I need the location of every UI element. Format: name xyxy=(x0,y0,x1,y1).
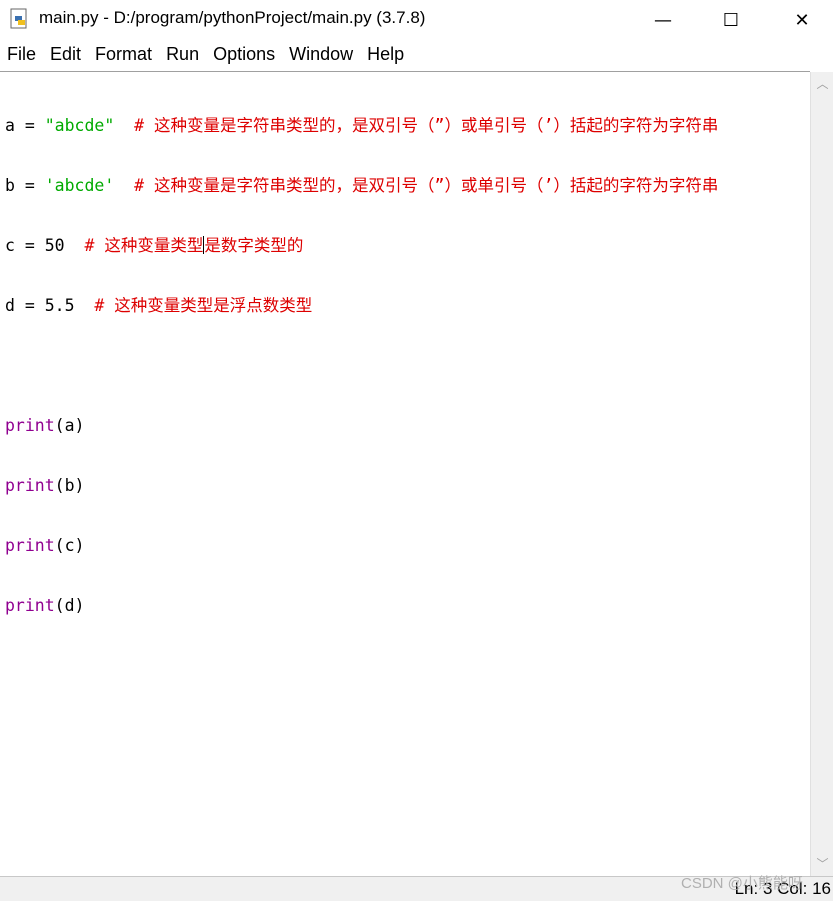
code-line: d = 5.5 # 这种变量类型是浮点数类型 xyxy=(5,296,718,316)
code-text: (b) xyxy=(54,476,85,495)
string-literal: 'abcde' xyxy=(44,176,115,195)
builtin-keyword: print xyxy=(5,416,55,435)
builtin-keyword: print xyxy=(5,476,55,495)
menu-options[interactable]: Options xyxy=(206,42,282,70)
comment: # 这种变量是字符串类型的，是双引号（”）或单引号（’）括起的字符为字符串 xyxy=(114,116,719,135)
code-line: a = "abcde" # 这种变量是字符串类型的，是双引号（”）或单引号（’）… xyxy=(5,116,718,136)
menu-bar: File Edit Format Run Options Window Help xyxy=(0,42,833,70)
title-bar: main.py - D:/program/pythonProject/main.… xyxy=(0,0,833,40)
python-file-icon xyxy=(10,8,27,29)
code-line: print(d) xyxy=(5,596,718,616)
code-editor[interactable]: a = "abcde" # 这种变量是字符串类型的，是双引号（”）或单引号（’）… xyxy=(0,71,810,877)
menu-window[interactable]: Window xyxy=(282,42,360,70)
menu-edit[interactable]: Edit xyxy=(43,42,88,70)
menu-run[interactable]: Run xyxy=(159,42,206,70)
code-text: a = xyxy=(5,116,45,135)
scroll-up-icon[interactable]: ︿ xyxy=(811,74,833,94)
menu-file[interactable]: File xyxy=(0,42,43,70)
code-text: d = 5.5 xyxy=(5,296,95,315)
builtin-keyword: print xyxy=(5,536,55,555)
comment: # 这种变量类型是浮点数类型 xyxy=(94,296,313,315)
code-line: print(a) xyxy=(5,416,718,436)
close-button[interactable]: ✕ xyxy=(779,0,825,40)
builtin-keyword: print xyxy=(5,596,55,615)
code-text: (c) xyxy=(54,536,85,555)
code-text: c = 50 xyxy=(5,236,85,255)
code-text: b = xyxy=(5,176,45,195)
comment: # 这种变量是字符串类型的，是双引号（”）或单引号（’）括起的字符为字符串 xyxy=(114,176,719,195)
minimize-button[interactable]: — xyxy=(640,0,686,40)
code-line: c = 50 # 这种变量类型是数字类型的 xyxy=(5,236,718,256)
comment: 是数字类型的 xyxy=(204,236,304,255)
code-text: (a) xyxy=(54,416,85,435)
vertical-scrollbar[interactable]: ︿ ﹀ xyxy=(810,72,833,876)
menu-help[interactable]: Help xyxy=(360,42,411,70)
comment: # 这种变量类型 xyxy=(84,236,204,255)
code-line: b = 'abcde' # 这种变量是字符串类型的，是双引号（”）或单引号（’）… xyxy=(5,176,718,196)
code-line: print(b) xyxy=(5,476,718,496)
string-literal: "abcde" xyxy=(44,116,115,135)
menu-format[interactable]: Format xyxy=(88,42,159,70)
scroll-down-icon[interactable]: ﹀ xyxy=(811,854,833,874)
code-line: print(c) xyxy=(5,536,718,556)
code-text: (d) xyxy=(54,596,85,615)
window-title: main.py - D:/program/pythonProject/main.… xyxy=(39,8,426,27)
watermark: CSDN @小熊能呀 xyxy=(681,875,803,892)
maximize-button[interactable]: ☐ xyxy=(708,0,754,40)
